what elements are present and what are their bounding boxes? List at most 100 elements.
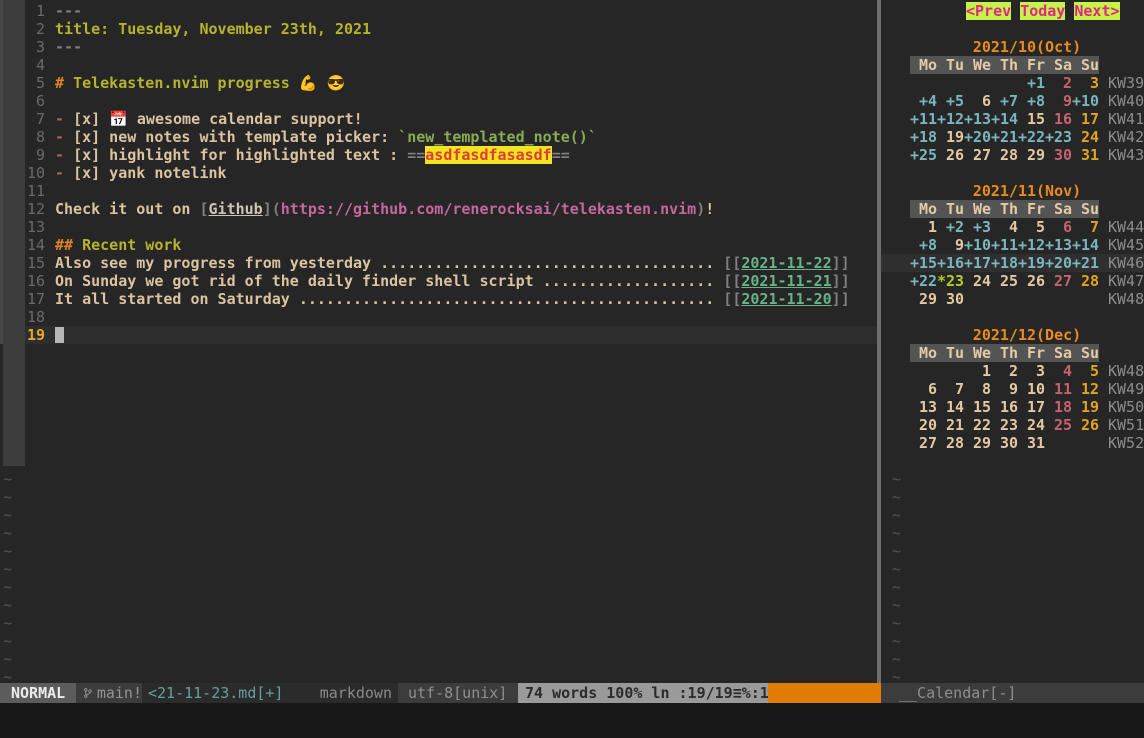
calendar-day[interactable]: +3 bbox=[964, 218, 991, 236]
today-button[interactable]: Today bbox=[1020, 2, 1065, 20]
calendar-day[interactable]: +21 bbox=[991, 128, 1018, 146]
calendar-day[interactable]: 19 bbox=[937, 128, 964, 146]
calendar-day[interactable]: +20 bbox=[964, 128, 991, 146]
calendar-day[interactable]: +13 bbox=[964, 110, 991, 128]
calendar-day[interactable]: 5 bbox=[1018, 218, 1045, 236]
calendar-day[interactable]: 5 bbox=[1072, 362, 1099, 380]
calendar-day[interactable]: 30 bbox=[937, 290, 964, 308]
calendar-day[interactable]: 31 bbox=[1072, 146, 1099, 164]
calendar-day[interactable]: 4 bbox=[1045, 362, 1072, 380]
calendar-day[interactable]: +15 bbox=[910, 254, 937, 272]
calendar-day[interactable]: 26 bbox=[1018, 272, 1045, 290]
calendar-day[interactable]: 8 bbox=[964, 380, 991, 398]
calendar-day[interactable]: 30 bbox=[1045, 146, 1072, 164]
calendar-day[interactable]: +14 bbox=[1072, 236, 1099, 254]
calendar-day[interactable]: +22 bbox=[910, 272, 937, 290]
calendar-day[interactable]: 1 bbox=[964, 362, 991, 380]
github-url[interactable]: https://github.com/renerocksai/telekaste… bbox=[281, 200, 696, 218]
calendar-day[interactable]: 2 bbox=[991, 362, 1018, 380]
calendar-day[interactable]: 15 bbox=[1018, 110, 1045, 128]
note-link[interactable]: 2021-11-22 bbox=[741, 254, 831, 272]
note-link[interactable]: 2021-11-21 bbox=[741, 272, 831, 290]
calendar-day[interactable]: 27 bbox=[910, 434, 937, 452]
calendar-day[interactable]: 27 bbox=[964, 146, 991, 164]
calendar-day[interactable]: +2 bbox=[937, 218, 964, 236]
calendar-day[interactable]: 29 bbox=[964, 434, 991, 452]
calendar-day[interactable]: 1 bbox=[910, 218, 937, 236]
editor-buffer[interactable]: 1---2title: Tuesday, November 23th, 2021… bbox=[0, 0, 877, 683]
calendar-day[interactable]: 9 bbox=[1045, 92, 1072, 110]
calendar-day[interactable]: +18 bbox=[910, 128, 937, 146]
calendar-day[interactable]: 24 bbox=[1072, 128, 1099, 146]
calendar-day[interactable]: +11 bbox=[910, 110, 937, 128]
calendar-day[interactable]: 14 bbox=[937, 398, 964, 416]
calendar-day[interactable]: 22 bbox=[964, 416, 991, 434]
calendar-day[interactable]: +10 bbox=[964, 236, 991, 254]
calendar-day[interactable]: 2 bbox=[1045, 74, 1072, 92]
calendar-day[interactable]: 6 bbox=[1045, 218, 1072, 236]
calendar-day[interactable]: +4 bbox=[910, 92, 937, 110]
calendar-day[interactable]: 18 bbox=[1045, 398, 1072, 416]
calendar-day[interactable]: +7 bbox=[991, 92, 1018, 110]
calendar-day[interactable]: 24 bbox=[964, 272, 991, 290]
calendar-day[interactable]: 28 bbox=[937, 434, 964, 452]
calendar-day[interactable]: 28 bbox=[1072, 272, 1099, 290]
calendar-day[interactable]: 3 bbox=[1072, 74, 1099, 92]
calendar-day[interactable]: +1 bbox=[1018, 74, 1045, 92]
calendar-day[interactable]: 17 bbox=[1018, 398, 1045, 416]
calendar-day[interactable]: +18 bbox=[991, 254, 1018, 272]
calendar-day[interactable]: 13 bbox=[910, 398, 937, 416]
calendar-day[interactable]: 20 bbox=[910, 416, 937, 434]
calendar-day[interactable]: 25 bbox=[991, 272, 1018, 290]
calendar-day[interactable]: +13 bbox=[1045, 236, 1072, 254]
calendar-day[interactable]: *23 bbox=[937, 272, 964, 290]
calendar-day[interactable]: 25 bbox=[1045, 416, 1072, 434]
calendar-day[interactable]: +23 bbox=[1045, 128, 1072, 146]
calendar-day[interactable]: +19 bbox=[1018, 254, 1045, 272]
calendar-day[interactable]: 30 bbox=[991, 434, 1018, 452]
calendar-day[interactable]: 26 bbox=[937, 146, 964, 164]
calendar-day[interactable]: +20 bbox=[1045, 254, 1072, 272]
calendar-day[interactable]: 7 bbox=[1072, 218, 1099, 236]
prev-button[interactable]: <Prev bbox=[966, 2, 1011, 20]
calendar-day[interactable]: 15 bbox=[964, 398, 991, 416]
calendar-day[interactable]: 29 bbox=[1018, 146, 1045, 164]
calendar-day[interactable]: +16 bbox=[937, 254, 964, 272]
calendar-day[interactable]: 17 bbox=[1072, 110, 1099, 128]
calendar-day[interactable]: +14 bbox=[991, 110, 1018, 128]
calendar-day[interactable]: +10 bbox=[1072, 92, 1099, 110]
calendar-day[interactable]: 21 bbox=[937, 416, 964, 434]
calendar-day[interactable]: +21 bbox=[1072, 254, 1099, 272]
calendar-day[interactable]: 28 bbox=[991, 146, 1018, 164]
calendar-day[interactable]: 24 bbox=[1018, 416, 1045, 434]
calendar-day[interactable]: 9 bbox=[937, 236, 964, 254]
calendar-day[interactable]: +12 bbox=[937, 110, 964, 128]
calendar-day[interactable]: 23 bbox=[991, 416, 1018, 434]
calendar-day[interactable]: 9 bbox=[991, 380, 1018, 398]
calendar-day[interactable]: 6 bbox=[964, 92, 991, 110]
calendar-day[interactable]: 27 bbox=[1045, 272, 1072, 290]
calendar-day[interactable]: 12 bbox=[1072, 380, 1099, 398]
github-link[interactable]: Github bbox=[209, 200, 263, 218]
calendar-day[interactable]: 16 bbox=[1045, 110, 1072, 128]
calendar-day[interactable]: 3 bbox=[1018, 362, 1045, 380]
calendar-day[interactable]: +22 bbox=[1018, 128, 1045, 146]
calendar-day[interactable]: 6 bbox=[910, 380, 937, 398]
calendar-day[interactable]: 16 bbox=[991, 398, 1018, 416]
calendar-day[interactable]: 4 bbox=[991, 218, 1018, 236]
calendar-day[interactable]: +12 bbox=[1018, 236, 1045, 254]
calendar-day[interactable]: 29 bbox=[910, 290, 937, 308]
next-button[interactable]: Next> bbox=[1074, 2, 1119, 20]
calendar-day[interactable]: +11 bbox=[991, 236, 1018, 254]
calendar-day[interactable]: 26 bbox=[1072, 416, 1099, 434]
calendar-day[interactable]: +17 bbox=[964, 254, 991, 272]
calendar-scrollbar[interactable] bbox=[3, 0, 25, 466]
calendar-window[interactable]: <Prev Today Next>2021/10(Oct)MoTuWeThFrS… bbox=[881, 0, 1144, 683]
note-link[interactable]: 2021-11-20 bbox=[741, 290, 831, 308]
calendar-day[interactable]: 7 bbox=[937, 380, 964, 398]
calendar-day[interactable]: 10 bbox=[1018, 380, 1045, 398]
calendar-day[interactable]: +25 bbox=[910, 146, 937, 164]
calendar-day[interactable]: 11 bbox=[1045, 380, 1072, 398]
calendar-day[interactable]: +8 bbox=[910, 236, 937, 254]
calendar-day[interactable]: +8 bbox=[1018, 92, 1045, 110]
